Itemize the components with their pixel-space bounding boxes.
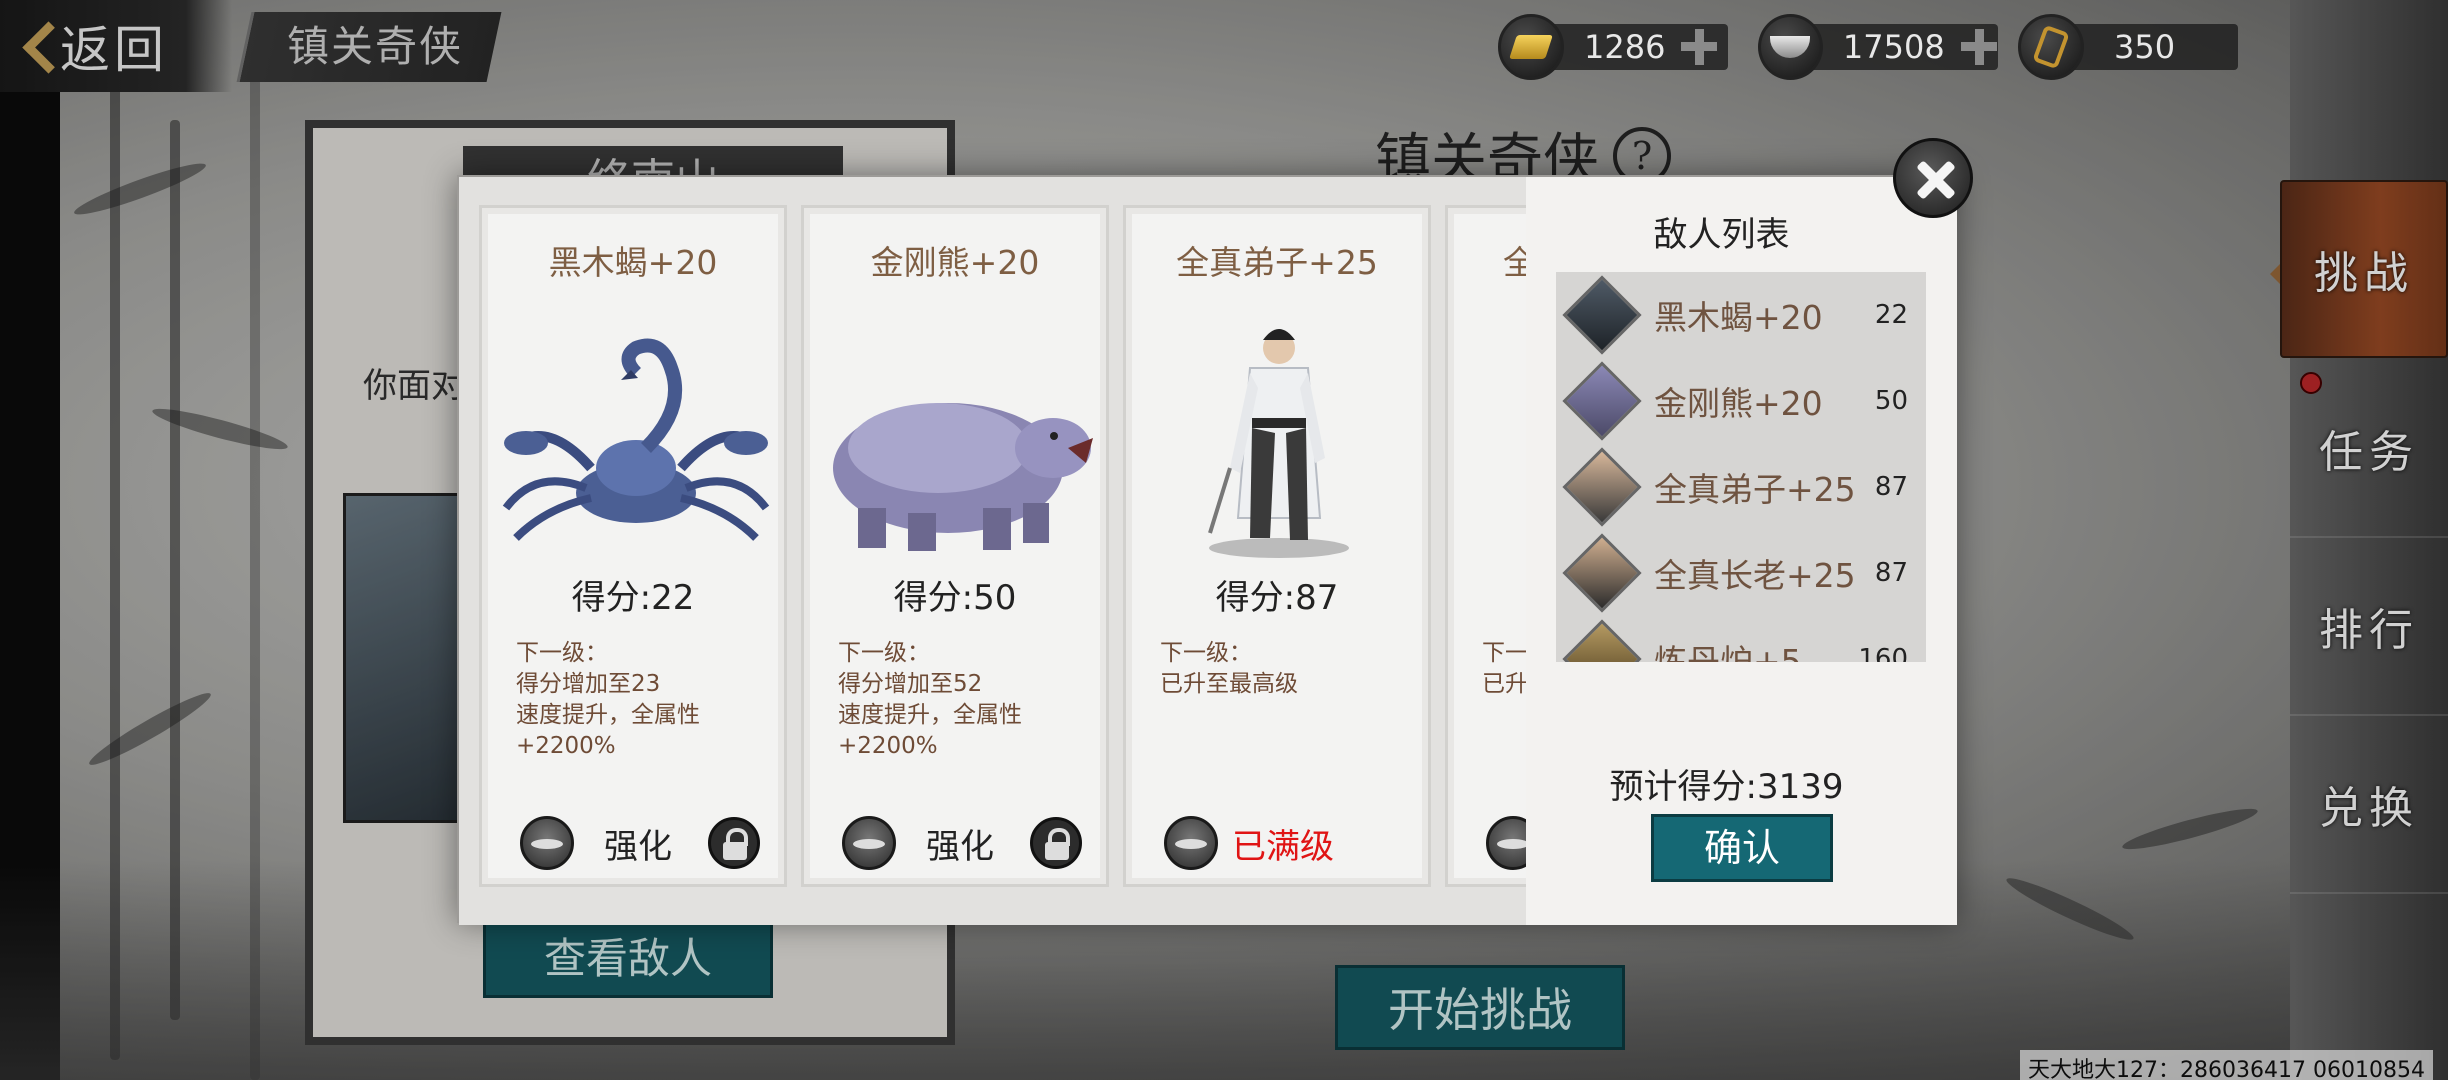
disciple-avatar-icon bbox=[1562, 447, 1642, 527]
bear-avatar-icon bbox=[1562, 361, 1642, 441]
desc-line: 速度提升，全属性+2200% bbox=[838, 702, 1022, 759]
card-name: 金刚熊+20 bbox=[870, 243, 1040, 282]
card-footer: 已满级 bbox=[1164, 813, 1404, 873]
card-description: 下一级： 已升至最高级 bbox=[1160, 638, 1410, 700]
enhance-button[interactable]: 强化 bbox=[926, 819, 994, 868]
desc-line: 得分增加至23 bbox=[516, 671, 661, 697]
card-footer bbox=[1486, 813, 1526, 873]
lock-icon[interactable] bbox=[708, 817, 760, 869]
enemy-name: 金刚熊+20 bbox=[1654, 384, 1823, 423]
card-name: 全 bbox=[1503, 243, 1526, 282]
list-item[interactable]: 全真长老+25 87 bbox=[1556, 530, 1926, 616]
card-name: 黑木蝎+20 bbox=[548, 243, 718, 282]
card-footer: 强化 bbox=[520, 813, 760, 873]
enemy-list-title: 敌人列表 bbox=[1653, 215, 1790, 255]
enemy-list[interactable]: 黑木蝎+20 22 金刚熊+20 50 全真弟子+25 87 全真长老+25 8… bbox=[1556, 272, 1926, 662]
confirm-label: 确认 bbox=[1703, 826, 1780, 870]
max-level-label: 已满级 bbox=[1232, 826, 1334, 867]
list-item[interactable]: 全真弟子+25 87 bbox=[1556, 444, 1926, 530]
lock-icon[interactable] bbox=[1030, 817, 1082, 869]
enemy-upgrade-modal: 黑木蝎+20 得分:22 下一级： 得分增加至23 速度提升，全属性+2200%… bbox=[457, 175, 1957, 925]
confirm-button[interactable]: 确认 bbox=[1651, 814, 1833, 882]
list-item[interactable]: 金刚熊+20 50 bbox=[1556, 358, 1926, 444]
scorpion-avatar-icon bbox=[1562, 275, 1642, 355]
card-description: 下一级： 得分增加至23 速度提升，全属性+2200% bbox=[516, 638, 766, 762]
upgrade-material-icon bbox=[1164, 816, 1218, 870]
desc-line: 得分增加至52 bbox=[838, 671, 983, 697]
elder-avatar-icon bbox=[1562, 533, 1642, 613]
enemy-score: 87 bbox=[1874, 472, 1908, 502]
upgrade-material-icon bbox=[1486, 816, 1526, 870]
close-icon[interactable] bbox=[1893, 138, 1973, 218]
enemy-name: 炼丹炉+5 bbox=[1654, 642, 1802, 662]
card-name: 全真弟子+25 bbox=[1176, 243, 1378, 282]
card-footer: 强化 bbox=[842, 813, 1082, 873]
desc-title: 下一级： bbox=[1160, 640, 1252, 666]
desc-title: 下一 bbox=[1482, 640, 1526, 666]
enemy-list-panel: 敌人列表 黑木蝎+20 22 金刚熊+20 50 全真弟子+25 87 全真长老… bbox=[1526, 177, 1957, 925]
furnace-avatar-icon bbox=[1562, 619, 1642, 662]
upgrade-material-icon bbox=[520, 816, 574, 870]
desc-line: 已升至最高级 bbox=[1160, 671, 1298, 697]
scorpion-image bbox=[502, 338, 770, 541]
estimated-score: 预计得分:3139 bbox=[1609, 767, 1844, 807]
enemy-cards: 黑木蝎+20 得分:22 下一级： 得分增加至23 速度提升，全属性+2200%… bbox=[459, 177, 1526, 925]
swordsman-image bbox=[1208, 329, 1349, 558]
add-gold-icon[interactable] bbox=[1679, 27, 1719, 67]
card-description: 下一级： 得分增加至52 速度提升，全属性+2200% bbox=[838, 638, 1088, 762]
list-item[interactable]: 炼丹炉+5 160 bbox=[1556, 616, 1926, 662]
enemy-card: 全真弟子+25 得分:87 下一级： 已升至最高级 已满级 bbox=[1123, 205, 1431, 887]
enemy-score: 50 bbox=[1874, 386, 1908, 416]
upgrade-material-icon bbox=[842, 816, 896, 870]
desc-title: 下一级： bbox=[516, 640, 608, 666]
desc-title: 下一级： bbox=[838, 640, 930, 666]
desc-line: 速度提升，全属性+2200% bbox=[516, 702, 700, 759]
enemy-card: 金刚熊+20 得分:50 下一级： 得分增加至52 速度提升，全属性+2200% bbox=[801, 205, 1109, 887]
gold-ingot-icon bbox=[1498, 14, 1564, 80]
silver-value: 17508 bbox=[1842, 28, 1945, 66]
card-description: 下一 已升 bbox=[1482, 638, 1526, 700]
enemy-name: 全真长老+25 bbox=[1654, 556, 1856, 595]
enemy-score: 160 bbox=[1858, 644, 1908, 662]
list-item[interactable]: 黑木蝎+20 22 bbox=[1556, 272, 1926, 358]
silver-ingot-icon bbox=[1758, 14, 1823, 80]
enemy-name: 全真弟子+25 bbox=[1654, 470, 1856, 509]
add-silver-icon[interactable] bbox=[1959, 27, 1998, 67]
enemy-score: 22 bbox=[1874, 300, 1908, 330]
card-score: 得分:22 bbox=[571, 578, 695, 618]
token-icon bbox=[2018, 14, 2084, 80]
token-value: 350 bbox=[2114, 28, 2176, 66]
enhance-button[interactable]: 强化 bbox=[604, 819, 672, 868]
gold-value: 1286 bbox=[1584, 28, 1666, 66]
desc-line: 已升 bbox=[1482, 671, 1526, 697]
card-score: 得分:87 bbox=[1215, 578, 1339, 618]
enemy-name: 黑木蝎+20 bbox=[1654, 298, 1823, 337]
enemy-score: 87 bbox=[1874, 558, 1908, 588]
bear-image bbox=[833, 403, 1093, 551]
enemy-card: 全 下一 已升 bbox=[1445, 205, 1526, 887]
enemy-card: 黑木蝎+20 得分:22 下一级： 得分增加至23 速度提升，全属性+2200%… bbox=[479, 205, 787, 887]
card-score: 得分:50 bbox=[893, 578, 1017, 618]
